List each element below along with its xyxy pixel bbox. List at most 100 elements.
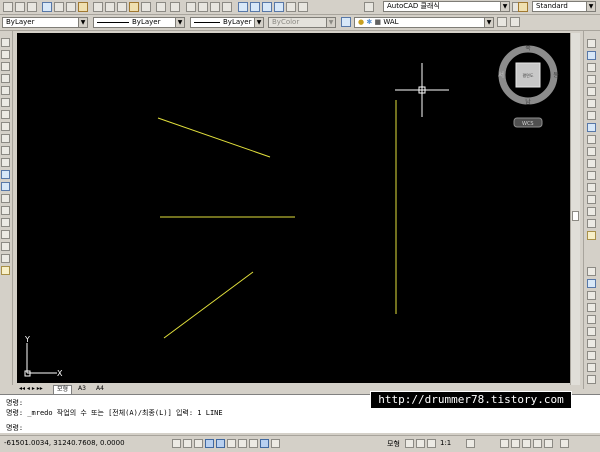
make-current-layer-icon[interactable]	[497, 17, 507, 27]
dimension-aligned-icon[interactable]	[587, 291, 596, 300]
new-file-icon[interactable]	[3, 2, 13, 12]
grid-display-icon[interactable]	[183, 439, 192, 448]
fillet-icon[interactable]	[587, 219, 596, 228]
dimension-arc-icon[interactable]	[587, 303, 596, 312]
dimension-angular-icon[interactable]	[587, 339, 596, 348]
dynamic-ucs-icon[interactable]	[238, 439, 247, 448]
polyline-icon[interactable]	[1, 62, 10, 71]
trim-icon[interactable]	[587, 147, 596, 156]
zoom-previous-icon[interactable]	[222, 2, 232, 12]
line-tool-icon[interactable]	[1, 38, 10, 47]
stretch-icon[interactable]	[587, 135, 596, 144]
scroll-thumb[interactable]	[572, 211, 579, 221]
layer-previous-icon[interactable]	[510, 17, 520, 27]
pan-icon[interactable]	[416, 439, 425, 448]
status-bar-menu-icon[interactable]	[544, 439, 553, 448]
drawing-canvas[interactable]: 평면도 북 남 동 서 WCS Y X	[17, 33, 570, 383]
add-selected-icon[interactable]	[1, 266, 10, 275]
mirror-icon[interactable]	[587, 63, 596, 72]
zoom-realtime-icon[interactable]	[198, 2, 208, 12]
point-icon[interactable]	[1, 194, 10, 203]
table-icon[interactable]	[1, 242, 10, 251]
lineweight-control[interactable]: ByLayer ▼	[190, 17, 264, 28]
model-space-label[interactable]: 모형	[387, 439, 400, 449]
layer-control[interactable]: ● ✱ ■ WAL ▼	[354, 17, 494, 28]
baseline-dimension-icon[interactable]	[587, 363, 596, 372]
viewcube[interactable]: 평면도 북 남 동 서 WCS	[498, 45, 559, 128]
design-center-icon[interactable]	[250, 2, 260, 12]
dimension-linear-icon[interactable]	[587, 279, 596, 288]
paste-icon[interactable]	[117, 2, 127, 12]
tab-nav-arrows-icon[interactable]: ◂◂ ◂ ▸ ▸▸	[19, 385, 43, 392]
hardware-acceleration-icon[interactable]	[522, 439, 531, 448]
open-file-icon[interactable]	[15, 2, 25, 12]
insert-block-icon[interactable]	[1, 170, 10, 179]
block-editor-icon[interactable]	[141, 2, 151, 12]
cut-icon[interactable]	[93, 2, 103, 12]
workspace-select[interactable]: AutoCAD 클래식 ▼	[383, 1, 510, 12]
lineweight-icon[interactable]	[260, 439, 269, 448]
object-snap-tracking-icon[interactable]	[227, 439, 236, 448]
drawn-line[interactable]	[157, 117, 271, 158]
workspace-switching-icon[interactable]	[500, 439, 509, 448]
calculator-icon[interactable]	[298, 2, 308, 12]
rectangle-icon[interactable]	[1, 86, 10, 95]
explode-icon[interactable]	[587, 231, 596, 240]
annotation-scale[interactable]: 1:1	[440, 439, 451, 447]
make-block-icon[interactable]	[1, 182, 10, 191]
linetype-control[interactable]: ByLayer ▼	[93, 17, 185, 28]
spline-icon[interactable]	[1, 134, 10, 143]
object-snap-icon[interactable]	[216, 439, 225, 448]
text-style-select[interactable]: Standard ▼	[532, 1, 596, 12]
draw-order-icon[interactable]	[587, 267, 596, 276]
extend-icon[interactable]	[587, 159, 596, 168]
publish-icon[interactable]	[66, 2, 76, 12]
break-at-point-icon[interactable]	[587, 171, 596, 180]
isolate-objects-icon[interactable]	[533, 439, 542, 448]
ortho-mode-icon[interactable]	[194, 439, 203, 448]
ellipse-icon[interactable]	[1, 146, 10, 155]
color-control[interactable]: ByLayer ▼	[2, 17, 88, 28]
multiline-text-icon[interactable]	[1, 254, 10, 263]
sheet-set-icon[interactable]	[274, 2, 284, 12]
chamfer-icon[interactable]	[587, 207, 596, 216]
properties-icon[interactable]	[238, 2, 248, 12]
redo-icon[interactable]	[170, 2, 180, 12]
layer-manager-icon[interactable]	[341, 17, 351, 27]
copy-icon[interactable]	[105, 2, 115, 12]
quick-view-layouts-icon[interactable]	[405, 439, 414, 448]
erase-icon[interactable]	[587, 39, 596, 48]
tab-layout-a4[interactable]: A4	[93, 385, 107, 393]
rotate-icon[interactable]	[587, 111, 596, 120]
quick-dimension-icon[interactable]	[587, 351, 596, 360]
continue-dimension-icon[interactable]	[587, 375, 596, 384]
join-icon[interactable]	[587, 195, 596, 204]
help-icon[interactable]	[364, 2, 374, 12]
ellipse-arc-icon[interactable]	[1, 158, 10, 167]
offset-icon[interactable]	[587, 75, 596, 84]
polar-tracking-icon[interactable]	[205, 439, 214, 448]
move-icon[interactable]	[587, 99, 596, 108]
dimension-radius-icon[interactable]	[587, 315, 596, 324]
pan-icon[interactable]	[186, 2, 196, 12]
zoom-icon[interactable]	[427, 439, 436, 448]
hatch-icon[interactable]	[1, 206, 10, 215]
save-icon[interactable]	[27, 2, 37, 12]
snap-mode-icon[interactable]	[172, 439, 181, 448]
text-style-icon[interactable]	[518, 2, 528, 12]
toolbar-lock-icon[interactable]	[511, 439, 520, 448]
copy-object-icon[interactable]	[587, 51, 596, 60]
undo-icon[interactable]	[156, 2, 166, 12]
revision-cloud-icon[interactable]	[1, 122, 10, 131]
clean-screen-icon[interactable]	[560, 439, 569, 448]
plot-icon[interactable]	[42, 2, 52, 12]
dimension-diameter-icon[interactable]	[587, 327, 596, 336]
tool-palettes-icon[interactable]	[262, 2, 272, 12]
arc-icon[interactable]	[1, 98, 10, 107]
command-prompt[interactable]: 명령:	[6, 423, 23, 433]
3d-dwf-icon[interactable]	[78, 2, 88, 12]
zoom-window-icon[interactable]	[210, 2, 220, 12]
construction-line-icon[interactable]	[1, 50, 10, 59]
quick-properties-icon[interactable]	[271, 439, 280, 448]
plot-preview-icon[interactable]	[54, 2, 64, 12]
